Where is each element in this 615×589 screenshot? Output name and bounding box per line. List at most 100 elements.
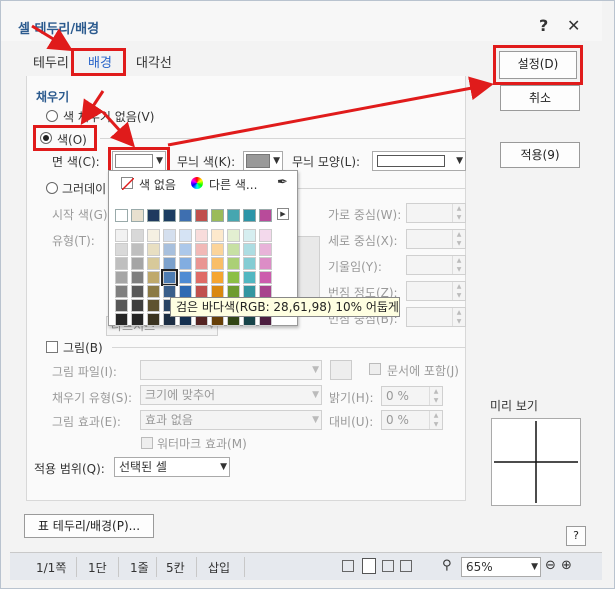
color-swatch[interactable]: [115, 299, 128, 312]
color-swatch[interactable]: [227, 229, 240, 242]
color-swatch[interactable]: [115, 313, 128, 326]
color-swatch[interactable]: [147, 299, 160, 312]
color-swatch[interactable]: [131, 229, 144, 242]
include-doc-checkbox[interactable]: [369, 363, 381, 375]
single-page-icon[interactable]: [362, 558, 376, 574]
blur-spinner[interactable]: ▲ ▼: [406, 281, 466, 301]
color-swatch[interactable]: [195, 209, 208, 222]
fill-type-dropdown[interactable]: 크기에 맞추어 ▼: [140, 385, 322, 405]
watermark-checkbox[interactable]: [141, 437, 153, 449]
color-swatch[interactable]: [259, 229, 272, 242]
color-swatch[interactable]: [195, 257, 208, 270]
zoom-in-icon[interactable]: ⊕: [561, 558, 572, 573]
start-color-label: 시작 색(G): [52, 208, 108, 222]
picture-effect-dropdown[interactable]: 효과 없음 ▼: [140, 410, 322, 430]
color-swatch[interactable]: [163, 257, 176, 270]
color-swatch[interactable]: [259, 209, 272, 222]
color-swatch[interactable]: [195, 271, 208, 284]
other-colors-button[interactable]: 다른 색...: [209, 176, 257, 193]
no-color-icon: [121, 177, 135, 191]
color-swatch[interactable]: [115, 243, 128, 256]
help-title-button[interactable]: ?: [539, 16, 548, 35]
help-button[interactable]: ?: [566, 526, 586, 546]
color-swatch[interactable]: [131, 299, 144, 312]
color-swatch[interactable]: [147, 229, 160, 242]
scope-dropdown[interactable]: 선택된 셀 ▼: [114, 457, 230, 477]
tilt-spinner[interactable]: ▲ ▼: [406, 255, 466, 275]
v-center-spinner[interactable]: ▲ ▼: [406, 229, 466, 249]
tab-diagonal[interactable]: 대각선: [136, 52, 172, 71]
two-page-icon[interactable]: [400, 560, 412, 572]
color-swatch[interactable]: [131, 209, 144, 222]
color-swatch[interactable]: [115, 285, 128, 298]
no-fill-radio[interactable]: [46, 110, 58, 122]
zoom-out-icon[interactable]: ⊖: [545, 558, 556, 573]
color-swatch[interactable]: [131, 257, 144, 270]
picture-checkbox[interactable]: [46, 341, 58, 353]
color-swatch[interactable]: [179, 229, 192, 242]
color-swatch[interactable]: [131, 285, 144, 298]
color-swatch[interactable]: [131, 313, 144, 326]
folder-icon[interactable]: [330, 360, 352, 380]
eyedropper-icon[interactable]: ✒: [277, 175, 288, 190]
brightness-spinner[interactable]: 0 % ▲ ▼: [381, 386, 443, 406]
color-swatch[interactable]: [259, 271, 272, 284]
color-swatch[interactable]: [115, 257, 128, 270]
color-swatch[interactable]: [147, 243, 160, 256]
color-swatch[interactable]: [115, 229, 128, 242]
color-swatch[interactable]: [163, 229, 176, 242]
color-swatch[interactable]: [259, 257, 272, 270]
color-swatch[interactable]: [227, 271, 240, 284]
color-swatch[interactable]: [147, 209, 160, 222]
color-swatch[interactable]: [211, 229, 224, 242]
fit-width-icon[interactable]: [382, 560, 394, 572]
color-swatch[interactable]: [243, 209, 256, 222]
color-swatch[interactable]: [131, 243, 144, 256]
tab-border[interactable]: 테두리: [33, 52, 69, 71]
color-swatch[interactable]: [115, 271, 128, 284]
color-swatch[interactable]: [115, 209, 128, 222]
blur-center-spinner[interactable]: ▲ ▼: [406, 307, 466, 327]
color-swatch[interactable]: [195, 229, 208, 242]
h-center-spinner[interactable]: ▲ ▼: [406, 203, 466, 223]
apply-button[interactable]: 적용(9): [500, 142, 580, 168]
color-swatch[interactable]: [195, 243, 208, 256]
picture-file-dropdown[interactable]: ▼: [140, 360, 322, 380]
color-swatch[interactable]: [259, 243, 272, 256]
color-swatch[interactable]: [227, 209, 240, 222]
pattern-shape-dropdown[interactable]: ▼: [372, 151, 466, 171]
color-swatch[interactable]: [147, 285, 160, 298]
color-swatch[interactable]: [179, 271, 192, 284]
color-swatch[interactable]: [243, 271, 256, 284]
color-swatch[interactable]: [147, 271, 160, 284]
color-swatch[interactable]: [243, 257, 256, 270]
color-swatch[interactable]: [243, 229, 256, 242]
color-swatch[interactable]: [211, 271, 224, 284]
color-swatch[interactable]: [227, 257, 240, 270]
color-swatch[interactable]: [179, 209, 192, 222]
status-mode[interactable]: 삽입: [208, 559, 230, 576]
close-button[interactable]: ✕: [567, 16, 580, 35]
color-swatch[interactable]: [211, 257, 224, 270]
no-color-button[interactable]: 색 없음: [139, 176, 176, 193]
fit-page-icon[interactable]: [342, 560, 354, 572]
cancel-button[interactable]: 취소: [500, 85, 580, 111]
color-swatch[interactable]: [163, 209, 176, 222]
color-swatch[interactable]: [131, 271, 144, 284]
more-palette-icon[interactable]: ▶: [277, 208, 289, 220]
selected-color-swatch[interactable]: [161, 269, 178, 286]
zoom-dropdown[interactable]: 65% ▼: [461, 557, 541, 577]
color-swatch[interactable]: [147, 257, 160, 270]
gradient-radio[interactable]: [46, 182, 58, 194]
pattern-color-dropdown[interactable]: ▼: [243, 151, 283, 171]
contrast-spinner[interactable]: 0 % ▲ ▼: [381, 410, 443, 430]
table-border-button[interactable]: 표 테두리/배경(P)...: [24, 514, 154, 538]
color-swatch[interactable]: [211, 243, 224, 256]
color-swatch[interactable]: [179, 243, 192, 256]
color-swatch[interactable]: [211, 209, 224, 222]
color-swatch[interactable]: [147, 313, 160, 326]
color-swatch[interactable]: [163, 243, 176, 256]
color-swatch[interactable]: [243, 243, 256, 256]
color-swatch[interactable]: [227, 243, 240, 256]
color-swatch[interactable]: [179, 257, 192, 270]
